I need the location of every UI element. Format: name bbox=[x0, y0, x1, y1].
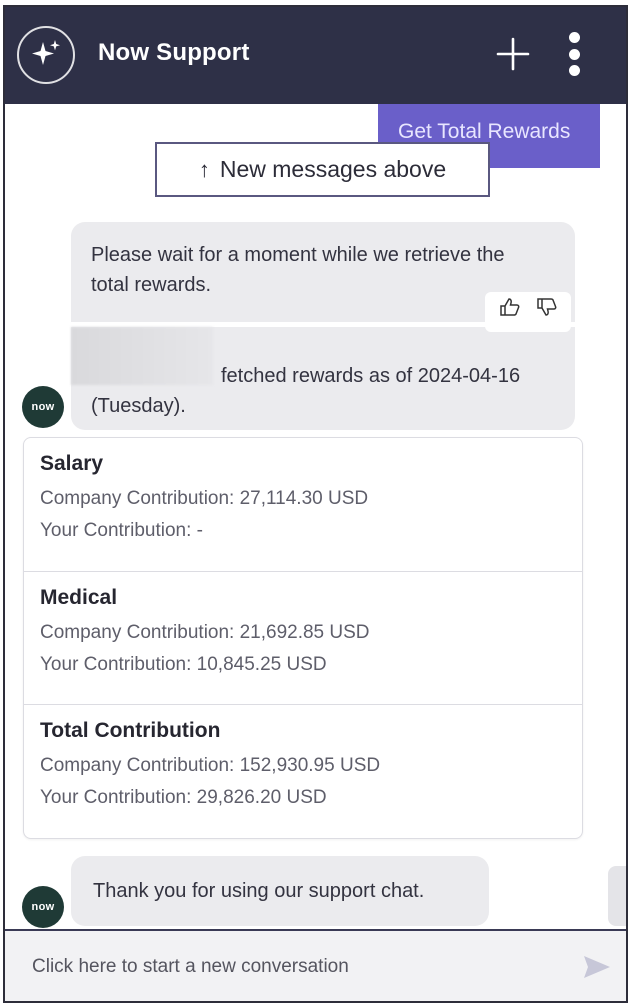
rewards-section-salary: Salary Company Contribution: 27,114.30 U… bbox=[24, 438, 582, 571]
section-title: Medical bbox=[40, 586, 118, 609]
send-button[interactable] bbox=[582, 953, 612, 981]
sparkle-icon bbox=[17, 26, 75, 84]
rewards-section-medical: Medical Company Contribution: 21,692.85 … bbox=[24, 571, 582, 704]
feedback-controls bbox=[485, 292, 571, 332]
plus-icon bbox=[496, 37, 530, 71]
your-contribution: Your Contribution: 10,845.25 USD bbox=[40, 654, 327, 675]
company-contribution: Company Contribution: 152,930.95 USD bbox=[40, 755, 381, 776]
bot-message-text: fetched rewards as of 2024-04-16 (Tuesda… bbox=[91, 361, 561, 421]
scrollbar[interactable] bbox=[608, 866, 626, 926]
message-composer: Click here to start a new conversation bbox=[5, 929, 626, 1001]
arrow-up-icon: ↑ bbox=[198, 156, 210, 182]
company-contribution: Company Contribution: 27,114.30 USD bbox=[40, 488, 369, 509]
your-contribution: Your Contribution: - bbox=[40, 520, 204, 541]
chat-header: Now Support bbox=[5, 7, 626, 104]
more-vertical-icon-dot bbox=[568, 32, 580, 43]
rewards-card: Salary Company Contribution: 27,114.30 U… bbox=[23, 437, 583, 839]
header-title: Now Support bbox=[98, 39, 250, 66]
new-conversation-input[interactable]: Click here to start a new conversation bbox=[32, 956, 349, 978]
avatar: now bbox=[22, 386, 64, 428]
thumbs-up-icon[interactable] bbox=[499, 297, 521, 327]
rewards-section-total: Total Contribution Company Contribution:… bbox=[24, 704, 582, 837]
section-title: Total Contribution bbox=[40, 719, 221, 742]
new-messages-label: New messages above bbox=[219, 156, 447, 182]
company-contribution: Company Contribution: 21,692.85 USD bbox=[40, 622, 370, 643]
thumbs-down-icon[interactable] bbox=[536, 297, 558, 327]
send-icon bbox=[584, 956, 610, 978]
chat-window: Now Support Get Total Rewards ↑ New mess… bbox=[3, 5, 628, 1003]
rewards-fetched-text: fetched rewards as of 2024-04-16 (Tuesda… bbox=[91, 365, 521, 417]
bot-message-text: Please wait for a moment while we retrie… bbox=[91, 244, 505, 296]
avatar: now bbox=[22, 886, 64, 928]
bot-message-bubble: Thank you for using our support chat. bbox=[71, 856, 489, 926]
new-messages-button[interactable]: ↑ New messages above bbox=[155, 142, 490, 197]
new-conversation-button[interactable] bbox=[495, 36, 531, 72]
section-title: Salary bbox=[40, 452, 104, 475]
message-list[interactable]: Get Total Rewards ↑ New messages above P… bbox=[5, 104, 626, 929]
your-contribution: Your Contribution: 29,826.20 USD bbox=[40, 787, 327, 808]
more-vertical-icon-dot bbox=[568, 65, 580, 76]
more-options-button[interactable] bbox=[563, 30, 585, 78]
bot-message-bubble: Please wait for a moment while we retrie… bbox=[71, 222, 575, 430]
more-vertical-icon-dot bbox=[568, 48, 580, 60]
